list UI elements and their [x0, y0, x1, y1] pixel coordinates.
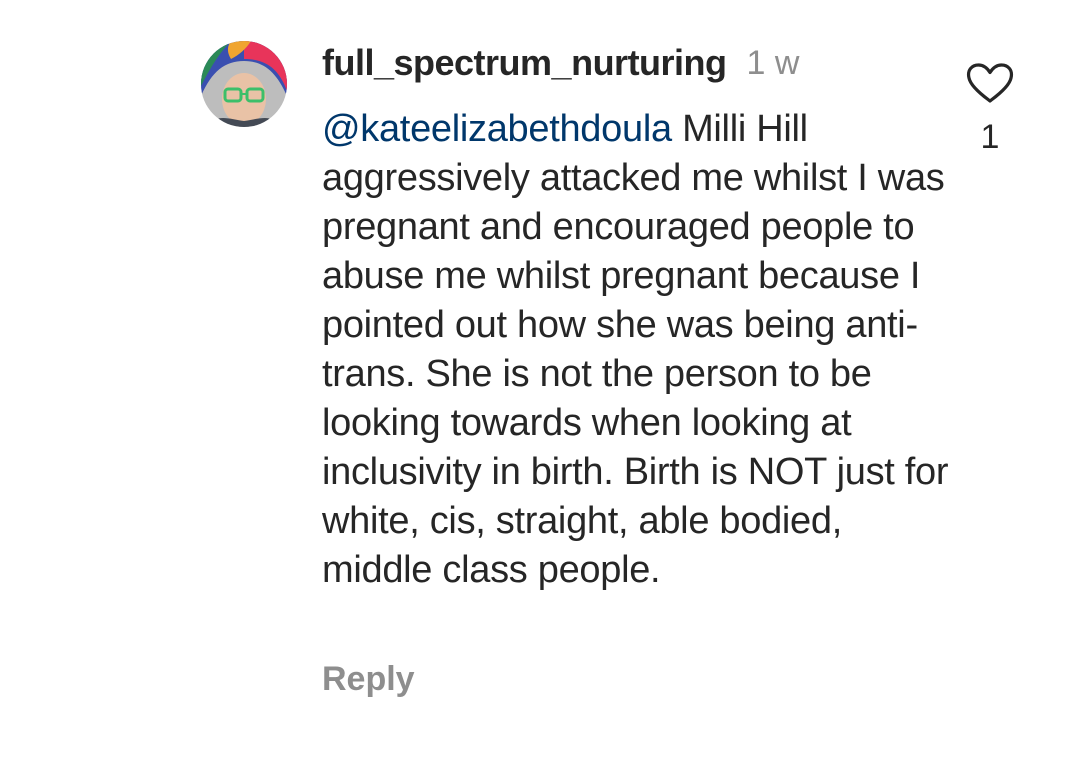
comment-text: @kateelizabethdoula Milli Hill aggressiv… — [322, 105, 962, 595]
avatar[interactable] — [201, 41, 287, 127]
avatar-image — [201, 41, 287, 127]
mention-link[interactable]: @kateelizabethdoula — [322, 108, 672, 150]
comment-body: Milli Hill aggressively attacked me whil… — [322, 108, 949, 591]
username[interactable]: full_spectrum_nurturing — [322, 42, 727, 84]
heart-outline-icon[interactable] — [966, 62, 1014, 104]
comment: full_spectrum_nurturing 1 w @kateelizabe… — [0, 0, 1080, 762]
comment-header: full_spectrum_nurturing 1 w — [322, 38, 799, 88]
reply-button[interactable]: Reply — [322, 660, 415, 699]
like-count: 1 — [980, 118, 1000, 156]
timestamp: 1 w — [746, 43, 800, 82]
